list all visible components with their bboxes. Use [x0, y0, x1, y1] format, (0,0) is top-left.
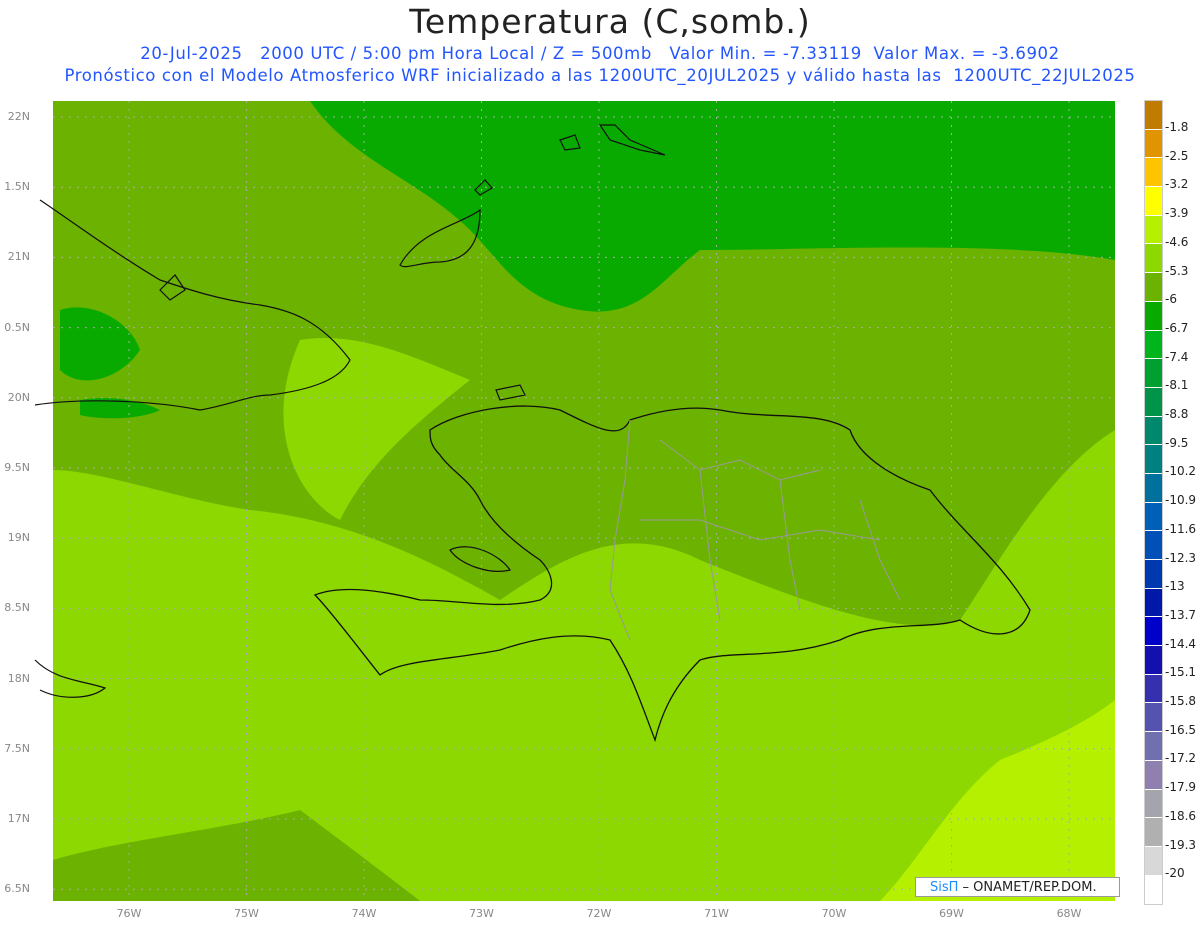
colorbar-label: -10.2: [1165, 464, 1197, 479]
colorbar-swatch: [1145, 101, 1162, 130]
lat-label: 17N: [7, 812, 30, 825]
colorbar: [1144, 100, 1163, 906]
lon-label: 73W: [469, 907, 494, 920]
colorbar-label: -3.9: [1165, 206, 1189, 221]
colorbar-label: -1.8: [1165, 120, 1189, 134]
colorbar-label: -14.4: [1165, 636, 1197, 651]
colorbar-swatch: [1145, 215, 1162, 245]
lat-label: 6.5N: [4, 882, 30, 896]
colorbar-label: -19.3: [1165, 837, 1197, 852]
lat-label: 9.5N: [4, 461, 30, 474]
colorbar-swatch: [1145, 330, 1162, 360]
colorbar-swatch: [1145, 502, 1162, 532]
colorbar-label: -16.5: [1165, 722, 1197, 737]
colorbar-swatch: [1145, 359, 1162, 388]
colorbar-label: -12.3: [1165, 550, 1197, 565]
lat-label: 21N: [7, 250, 30, 264]
lon-label: 68W: [1056, 907, 1082, 920]
lon-label: 69W: [939, 907, 964, 920]
colorbar-label: -2.5: [1165, 148, 1189, 163]
colorbar-label: -6.7: [1165, 320, 1189, 335]
colorbar-swatch: [1145, 674, 1162, 704]
lat-label: 22N: [7, 110, 30, 123]
colorbar-label: -7.4: [1165, 349, 1189, 364]
colorbar-label: -13: [1165, 579, 1185, 594]
colorbar-swatch: [1145, 473, 1162, 503]
colorbar-swatch: [1145, 875, 1162, 905]
temperature-map: [34, 101, 1115, 901]
colorbar-swatch: [1145, 732, 1162, 761]
colorbar-swatch: [1145, 703, 1162, 733]
colorbar-swatch: [1145, 129, 1162, 159]
colorbar-label: -9.5: [1165, 435, 1189, 450]
colorbar-swatch: [1145, 187, 1162, 216]
colorbar-label: -15.8: [1165, 694, 1197, 708]
colorbar-label: -18.6: [1165, 808, 1197, 823]
lat-label: 20N: [7, 390, 30, 404]
colorbar-swatch: [1145, 273, 1162, 302]
colorbar-swatch: [1145, 301, 1162, 331]
colorbar-swatch: [1145, 416, 1162, 446]
colorbar-swatch: [1145, 789, 1162, 819]
colorbar-swatch: [1145, 531, 1162, 560]
lat-label: 0.5N: [4, 320, 30, 334]
colorbar-label: -11.6: [1165, 521, 1197, 536]
lon-label: 74W: [351, 907, 377, 920]
credit-text: – ONAMET/REP.DOM.: [958, 880, 1097, 895]
colorbar-label: -15.1: [1165, 665, 1197, 680]
lon-label: 75W: [234, 907, 259, 920]
lat-label: 1.5N: [4, 180, 30, 194]
lon-label: 70W: [821, 907, 847, 920]
colorbar-label: -17.2: [1165, 751, 1197, 766]
colorbar-swatch: [1145, 846, 1162, 876]
colorbar-swatch: [1145, 818, 1162, 847]
colorbar-label: -13.7: [1165, 607, 1197, 622]
lat-label: 8.5N: [4, 601, 30, 615]
colorbar-swatch: [1145, 158, 1162, 188]
colorbar-swatch: [1145, 387, 1162, 417]
colorbar-label: -6: [1165, 292, 1177, 307]
colorbar-label: -8.8: [1165, 407, 1189, 421]
credit-box: SisΠ – ONAMET/REP.DOM.: [915, 877, 1120, 897]
colorbar-swatch: [1145, 760, 1162, 790]
colorbar-label: -3.2: [1165, 177, 1189, 192]
colorbar-label: -8.1: [1165, 378, 1189, 393]
lat-label: 19N: [7, 531, 30, 545]
colorbar-label: -10.9: [1165, 493, 1197, 508]
sispi-logo: SisΠ: [930, 880, 959, 895]
lon-label: 71W: [704, 907, 729, 920]
colorbar-swatch: [1145, 617, 1162, 647]
lon-label: 72W: [586, 907, 612, 920]
colorbar-swatch: [1145, 588, 1162, 618]
colorbar-swatch: [1145, 244, 1162, 274]
colorbar-swatch: [1145, 445, 1162, 474]
colorbar-label: -17.9: [1165, 780, 1197, 795]
colorbar-label: -4.6: [1165, 234, 1189, 249]
lat-label: 7.5N: [4, 741, 30, 755]
colorbar-label: -5.3: [1165, 263, 1189, 278]
colorbar-swatch: [1145, 646, 1162, 675]
colorbar-swatch: [1145, 560, 1162, 589]
lon-label: 76W: [116, 907, 142, 920]
lat-label: 18N: [7, 671, 30, 685]
colorbar-label: -20: [1165, 866, 1185, 881]
